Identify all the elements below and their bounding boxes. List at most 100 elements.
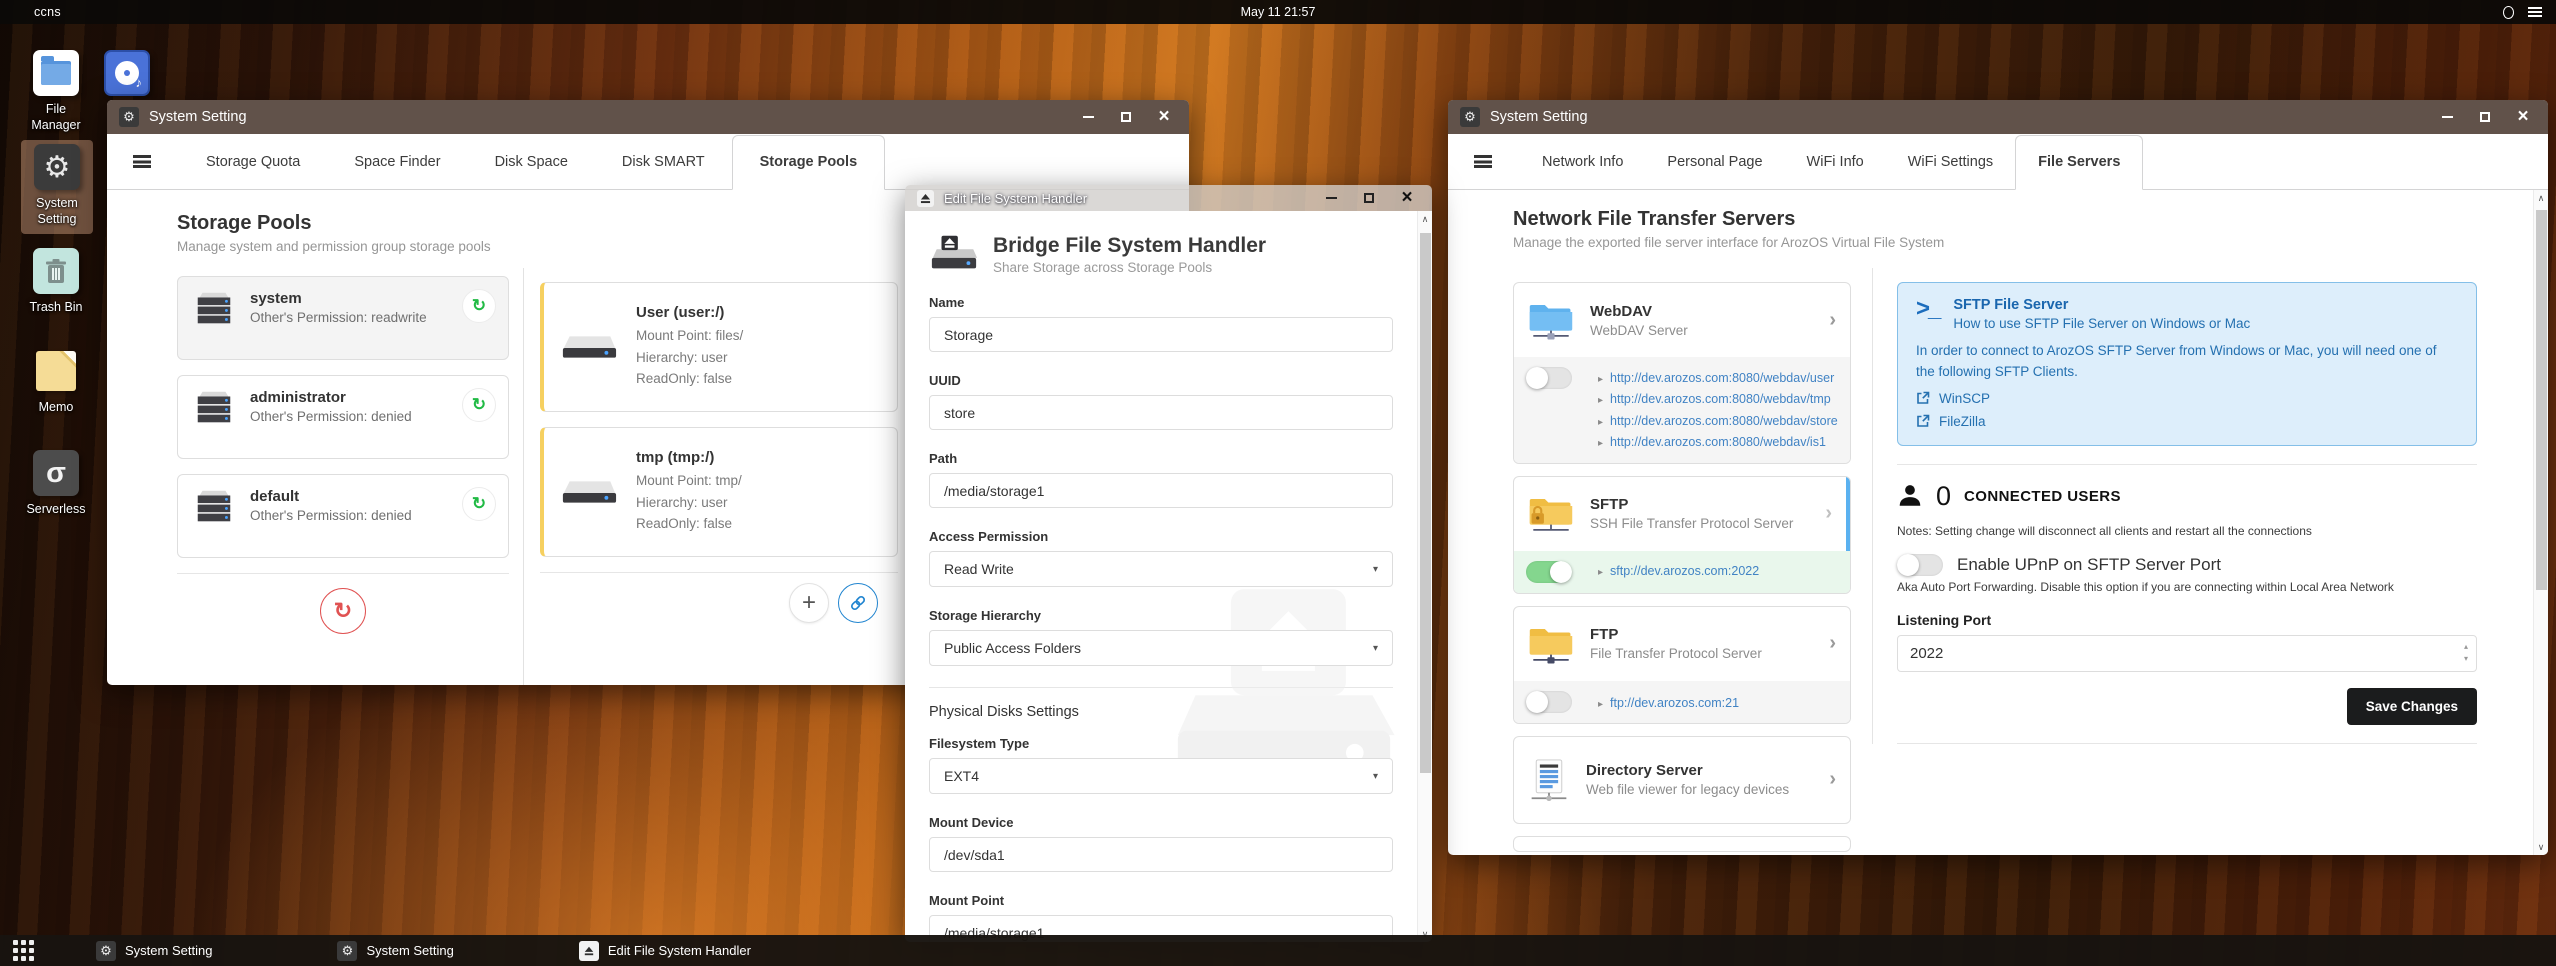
desktop-icon-serverless[interactable]: Serverless (21, 450, 91, 517)
pool-card-administrator[interactable]: administrator Other's Permission: denied (177, 375, 509, 459)
upnp-toggle[interactable] (1897, 553, 1943, 576)
server-stack-icon (197, 391, 231, 423)
tab-file-servers[interactable]: File Servers (2015, 135, 2144, 190)
window-titlebar[interactable]: System Setting (1448, 100, 2548, 134)
minimize-button[interactable] (1324, 191, 1338, 205)
access-permission-select[interactable]: Read Write (929, 551, 1393, 587)
webdav-link[interactable]: http://dev.arozos.com:8080/webdav/store (1598, 412, 1838, 431)
sftp-link[interactable]: sftp://dev.arozos.com:2022 (1598, 562, 1759, 581)
mount-hierarchy: Hierarchy: user (636, 349, 728, 365)
listening-port-input[interactable] (1897, 634, 2477, 672)
tab-storage-quota[interactable]: Storage Quota (179, 136, 327, 189)
desktop-icon-memo[interactable]: Memo (21, 348, 91, 415)
clock-icon[interactable] (2503, 5, 2514, 19)
pool-card-system[interactable]: system Other's Permission: readwrite (177, 276, 509, 360)
window-titlebar[interactable]: System Setting (107, 100, 1189, 134)
scroll-up-icon[interactable] (1418, 211, 1432, 227)
pool-permission: Other's Permission: denied (250, 409, 412, 424)
pool-card-default[interactable]: default Other's Permission: denied (177, 474, 509, 558)
client-link-filezilla[interactable]: FileZilla (1916, 414, 2458, 429)
maximize-button[interactable] (2478, 110, 2492, 124)
close-button[interactable] (2516, 110, 2530, 124)
webdav-link[interactable]: http://dev.arozos.com:8080/webdav/is1 (1598, 433, 1838, 452)
reload-pools-button[interactable] (320, 588, 366, 634)
storage-hierarchy-select[interactable]: Public Access Folders (929, 630, 1393, 666)
sigma-icon (33, 450, 79, 496)
mount-point: Mount Point: files/ (636, 328, 744, 344)
tab-personal-page[interactable]: Personal Page (1645, 136, 1784, 189)
webdav-link[interactable]: http://dev.arozos.com:8080/webdav/tmp (1598, 390, 1838, 409)
name-input[interactable] (929, 317, 1393, 352)
page-subtitle: Manage the exported file server interfac… (1513, 235, 1945, 250)
mount-card-tmp[interactable]: tmp (tmp:/) Mount Point: tmp/ Hierarchy:… (540, 427, 898, 557)
webdav-link[interactable]: http://dev.arozos.com:8080/webdav/user (1598, 369, 1838, 388)
scroll-down-icon[interactable] (2534, 839, 2548, 855)
pool-sync-button[interactable] (462, 487, 496, 521)
desktop-icon-file-manager[interactable]: File Manager (21, 50, 91, 134)
server-card-header[interactable]: FTP File Transfer Protocol Server (1514, 607, 1850, 681)
scrollbar-thumb[interactable] (1420, 233, 1431, 773)
server-card-header[interactable]: WebDAV WebDAV Server (1514, 283, 1850, 357)
tab-storage-pools[interactable]: Storage Pools (731, 135, 886, 190)
window-titlebar[interactable]: Edit File System Handler (905, 185, 1432, 211)
path-input[interactable] (929, 473, 1393, 508)
disk-drive-icon (562, 336, 617, 358)
maximize-button[interactable] (1119, 110, 1133, 124)
server-card-header[interactable]: Directory Server Web file viewer for leg… (1514, 737, 1850, 823)
tab-wifi-settings[interactable]: WiFi Settings (1886, 136, 2015, 189)
taskbar-item-system-setting-1[interactable]: System Setting (96, 940, 212, 961)
add-fsh-button[interactable] (789, 583, 829, 623)
desktop-icon-system-setting[interactable]: System Setting (21, 140, 93, 234)
ftp-toggle[interactable] (1526, 690, 1572, 713)
ftp-link[interactable]: ftp://dev.arozos.com:21 (1598, 694, 1739, 713)
pool-permission: Other's Permission: denied (250, 508, 412, 523)
chevron-right-icon[interactable] (1825, 502, 1832, 525)
tab-disk-space[interactable]: Disk Space (468, 136, 595, 189)
taskbar-item-system-setting-2[interactable]: System Setting (337, 940, 454, 961)
menu-icon[interactable] (1474, 155, 1492, 168)
chevron-right-icon[interactable] (1829, 768, 1836, 791)
minimize-button[interactable] (1081, 110, 1095, 124)
bridge-fsh-button[interactable] (838, 583, 878, 623)
scrollbar[interactable] (2533, 190, 2548, 855)
chevron-right-icon[interactable] (1829, 632, 1836, 655)
field-label-mount-point: Mount Point (929, 893, 1005, 908)
desktop-icon-label: Memo (38, 400, 74, 414)
filesystem-type-select[interactable]: EXT4 (929, 758, 1393, 794)
scroll-up-icon[interactable] (2534, 190, 2548, 206)
pool-sync-button[interactable] (462, 289, 496, 323)
scrollbar[interactable] (1417, 211, 1432, 942)
mount-card-user[interactable]: User (user:/) Mount Point: files/ Hierar… (540, 282, 898, 412)
server-card-header[interactable]: SFTP SSH File Transfer Protocol Server (1514, 476, 1850, 551)
webdav-toggle[interactable] (1526, 367, 1572, 389)
sftp-toggle[interactable] (1526, 560, 1572, 583)
pool-sync-button[interactable] (462, 388, 496, 422)
client-link-winscp[interactable]: WinSCP (1916, 391, 2458, 406)
desktop-icon-trash-bin[interactable]: Trash Bin (21, 248, 91, 315)
server-name: Directory Server (1586, 762, 1703, 780)
connected-users-notes: Notes: Setting change will disconnect al… (1897, 523, 2312, 538)
taskbar-item-edit-fsh[interactable]: Edit File System Handler (578, 940, 751, 961)
mount-device-input[interactable] (929, 837, 1393, 872)
gear-icon (96, 940, 116, 961)
number-spinner[interactable] (2464, 641, 2468, 665)
listening-port-label: Listening Port (1897, 611, 1992, 628)
minimize-button[interactable] (2440, 110, 2454, 124)
hamburger-icon[interactable] (2528, 7, 2542, 17)
chevron-right-icon[interactable] (1829, 309, 1836, 332)
server-stack-icon (197, 292, 231, 324)
tab-disk-smart[interactable]: Disk SMART (595, 136, 732, 189)
menu-icon[interactable] (133, 155, 151, 168)
desktop-icon-music[interactable]: ♪ (92, 50, 162, 96)
save-changes-button[interactable]: Save Changes (2346, 687, 2477, 725)
tab-wifi-info[interactable]: WiFi Info (1785, 136, 1886, 189)
tab-space-finder[interactable]: Space Finder (327, 136, 467, 189)
bullet-icon (1598, 371, 1610, 385)
scrollbar-thumb[interactable] (2536, 210, 2547, 590)
uuid-input[interactable] (929, 395, 1393, 430)
tab-network-info[interactable]: Network Info (1520, 136, 1645, 189)
close-button[interactable] (1157, 110, 1171, 124)
apps-grid-icon[interactable] (13, 940, 34, 961)
maximize-button[interactable] (1362, 191, 1376, 205)
close-button[interactable] (1400, 191, 1414, 205)
